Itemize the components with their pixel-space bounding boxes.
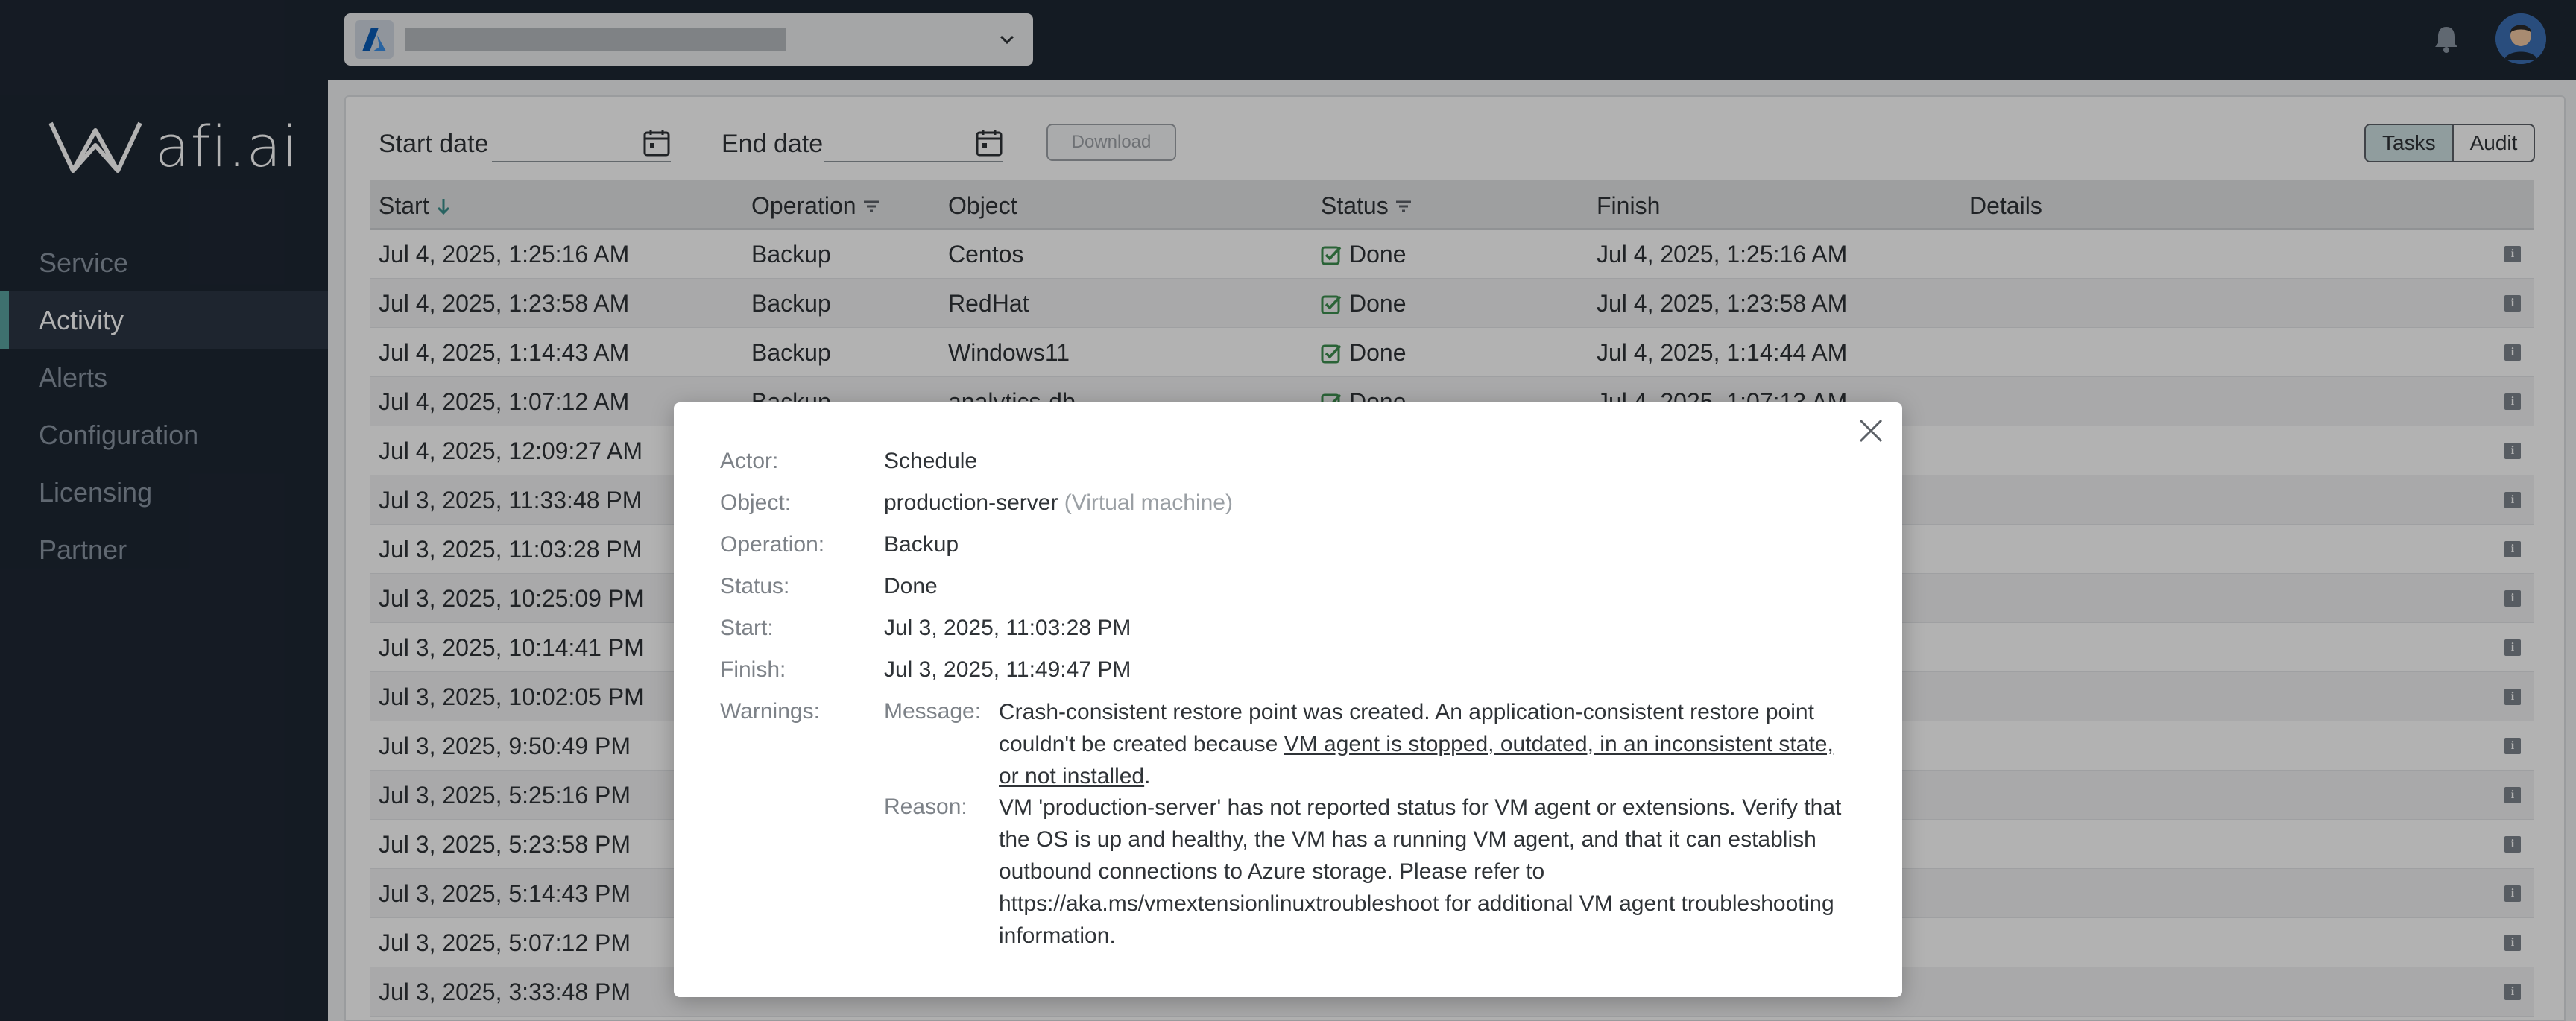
detail-label: Warnings: [720, 699, 820, 724]
detail-label: Actor: [720, 449, 779, 473]
warning-message: Crash-consistent restore point was creat… [999, 700, 1834, 788]
detail-value: production-server (Virtual machine) [884, 490, 1233, 516]
detail-label: Start: [720, 616, 774, 640]
detail-value: Done [884, 574, 938, 598]
task-details-dialog: Actor: Schedule Object: production-serve… [674, 402, 1902, 997]
message-label: Message: [884, 699, 982, 724]
detail-value: Backup [884, 532, 959, 557]
close-icon[interactable] [1856, 416, 1886, 446]
detail-value: Schedule [884, 449, 978, 473]
warning-reason: VM 'production-server' has not reported … [999, 795, 1842, 948]
detail-label: Object: [720, 490, 792, 515]
detail-label: Status: [720, 574, 790, 598]
object-type: (Virtual machine) [1064, 490, 1233, 515]
detail-value: Jul 3, 2025, 11:49:47 PM [884, 657, 1131, 682]
object-name: production-server [884, 490, 1058, 515]
detail-value: Jul 3, 2025, 11:03:28 PM [884, 616, 1131, 640]
reason-label: Reason: [884, 794, 967, 819]
detail-label: Operation: [720, 532, 825, 557]
detail-label: Finish: [720, 657, 786, 682]
